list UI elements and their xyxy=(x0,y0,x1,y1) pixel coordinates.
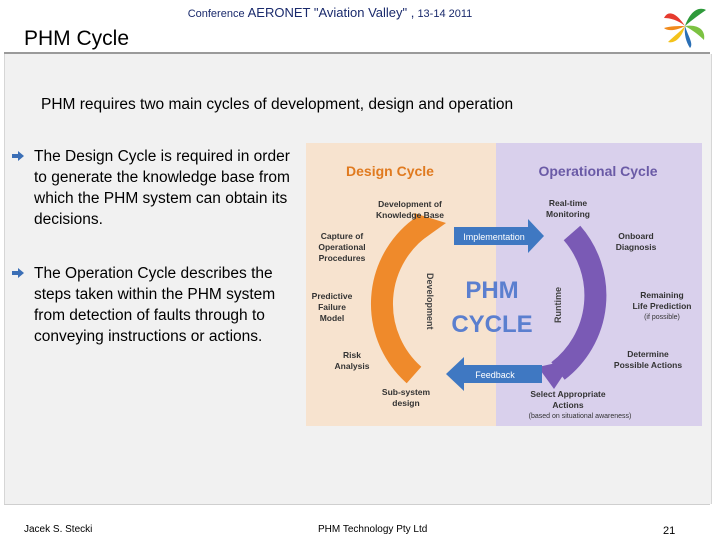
slide-header: Conference AERONET "Aviation Valley" , 1… xyxy=(0,0,720,54)
runtime-label: Runtime xyxy=(553,287,563,323)
label-onboard-diagnosis: Onboard xyxy=(618,231,653,241)
intro-text: PHM requires two main cycles of developm… xyxy=(41,96,514,113)
label-risk-analysis: Analysis xyxy=(335,361,370,371)
page-number: 21 xyxy=(663,525,676,537)
label-predictive-failure-model: Model xyxy=(320,313,345,323)
footer-company: PHM Technology Pty Ltd xyxy=(318,524,428,535)
bullet-arrow-icon xyxy=(12,151,24,161)
label-predictive-failure-model: Predictive xyxy=(312,291,353,301)
bullet-text: The Design Cycle is required in order to… xyxy=(34,148,290,228)
label-select-actions-note: (based on situational awareness) xyxy=(529,413,632,420)
conference-name: AERONET "Aviation Valley" , xyxy=(247,5,415,20)
slide-title: PHM Cycle xyxy=(24,27,130,50)
phm-cycle-diagram: Design Cycle Operational Cycle Implement… xyxy=(306,143,702,426)
slide-footer xyxy=(4,504,710,541)
label-subsystem-design: design xyxy=(392,398,419,408)
bullet-operation-cycle: The Operation Cycle describes the steps … xyxy=(12,263,302,347)
label-risk-analysis: Risk xyxy=(343,350,361,360)
design-cycle-title: Design Cycle xyxy=(346,163,434,179)
slide: Conference AERONET "Aviation Valley" , 1… xyxy=(0,0,720,541)
label-determine-actions: Determine xyxy=(627,349,669,359)
label-onboard-diagnosis: Diagnosis xyxy=(616,242,657,252)
label-remaining-life: Life Prediction xyxy=(632,301,691,311)
conference-dates: 13-14 2011 xyxy=(417,8,473,20)
feedback-label: Feedback xyxy=(475,370,515,380)
operational-cycle-title: Operational Cycle xyxy=(538,163,657,179)
label-development-kb: Knowledge Base xyxy=(376,210,444,220)
implementation-label: Implementation xyxy=(463,232,525,242)
label-realtime-monitoring: Real-time xyxy=(549,198,588,208)
label-capture: Capture of xyxy=(321,231,364,241)
label-select-actions: Actions xyxy=(552,400,583,410)
conference-prefix: Conference xyxy=(187,8,245,20)
conference-logo-icon xyxy=(664,8,706,48)
label-predictive-failure-model: Failure xyxy=(318,302,346,312)
center-phm-text: PHM xyxy=(465,277,518,304)
label-capture: Procedures xyxy=(319,253,366,263)
label-development-kb: Development of xyxy=(378,199,442,209)
label-select-actions: Select Appropriate xyxy=(530,389,606,399)
label-remaining-life-note: (if possible) xyxy=(644,314,680,321)
footer-author: Jacek S. Stecki xyxy=(24,524,93,535)
center-cycle-text: CYCLE xyxy=(451,311,532,338)
development-label: Development xyxy=(425,273,435,330)
bullet-text: The Operation Cycle describes the steps … xyxy=(34,265,276,345)
bullet-design-cycle: The Design Cycle is required in order to… xyxy=(12,146,302,230)
label-realtime-monitoring: Monitoring xyxy=(546,209,590,219)
bullet-arrow-icon xyxy=(12,268,24,278)
conference-line: Conference AERONET "Aviation Valley" , 1… xyxy=(0,5,660,20)
label-determine-actions: Possible Actions xyxy=(614,360,682,370)
label-capture: Operational xyxy=(318,242,365,252)
label-subsystem-design: Sub-system xyxy=(382,387,431,397)
label-remaining-life: Remaining xyxy=(640,290,683,300)
